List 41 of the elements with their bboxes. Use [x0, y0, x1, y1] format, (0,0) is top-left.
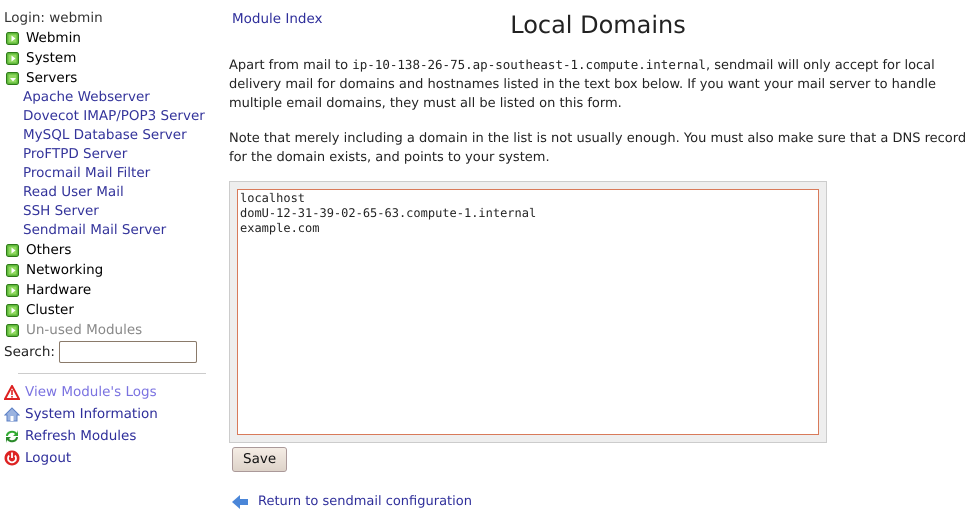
- module-link[interactable]: Sendmail Mail Server: [4, 221, 210, 240]
- power-icon: [4, 450, 20, 466]
- domains-text-area[interactable]: localhost domU-12-31-39-02-65-63.compute-1.internal example.com: [237, 189, 819, 435]
- expand-icon[interactable]: [6, 52, 19, 64]
- expand-icon[interactable]: [6, 304, 19, 316]
- module-link[interactable]: MySQL Database Server: [4, 126, 210, 145]
- category-link[interactable]: Hardware: [26, 280, 92, 300]
- intro-paragraph: Apart from mail to ip-10-138-26-75.ap-southeast-1.compute.internal, sendmail will only accept for local delivery mail for domains and hostnames listed in the text box below. If you want your mail server to handle multiple email domains, they must all be listed on this form.: [229, 56, 937, 113]
- module-link[interactable]: Dovecot IMAP/POP3 Server: [4, 107, 210, 126]
- sidebar-link[interactable]: System Information: [25, 403, 158, 425]
- sidebar-link[interactable]: Logout: [25, 447, 72, 469]
- category-link[interactable]: Webmin: [26, 28, 81, 48]
- category-link[interactable]: Servers: [26, 68, 78, 88]
- page-title: Local Domains: [510, 10, 686, 40]
- module-link[interactable]: ProFTPD Server: [4, 145, 210, 164]
- module-link[interactable]: Read User Mail: [4, 183, 210, 202]
- search-field[interactable]: [58, 341, 197, 363]
- expand-icon[interactable]: [6, 264, 19, 276]
- module-index-link[interactable]: Module Index: [229, 10, 323, 29]
- return-link[interactable]: Return to sendmail configuration: [258, 492, 472, 510]
- category-link[interactable]: Others: [26, 240, 72, 260]
- expand-icon[interactable]: [6, 284, 19, 296]
- collapse-icon[interactable]: [6, 72, 19, 84]
- sidebar-link[interactable]: Refresh Modules: [25, 425, 136, 447]
- note-paragraph: Note that merely including a domain in the list is not usually enough. You must also make sure that a DNS record for the domain exists, and points to your system.: [229, 130, 967, 167]
- refresh-icon: [4, 428, 20, 444]
- expand-icon[interactable]: [6, 244, 19, 256]
- category-link[interactable]: System: [26, 48, 76, 68]
- sidebar-link[interactable]: View Module's Logs: [25, 381, 157, 403]
- search-label: Search:: [4, 343, 55, 362]
- back-arrow-icon: [231, 494, 249, 510]
- module-link[interactable]: SSH Server: [4, 202, 210, 221]
- category-link[interactable]: Cluster: [26, 300, 74, 320]
- module-link[interactable]: Procmail Mail Filter: [4, 164, 210, 183]
- category-link[interactable]: Networking: [26, 260, 104, 280]
- expand-icon[interactable]: [6, 32, 19, 44]
- login-label: Login: webmin: [4, 9, 104, 28]
- warning-icon: [4, 384, 20, 400]
- house-icon: [4, 406, 20, 422]
- module-link[interactable]: Apache Webserver: [4, 88, 210, 107]
- save-button[interactable]: Save: [232, 447, 288, 472]
